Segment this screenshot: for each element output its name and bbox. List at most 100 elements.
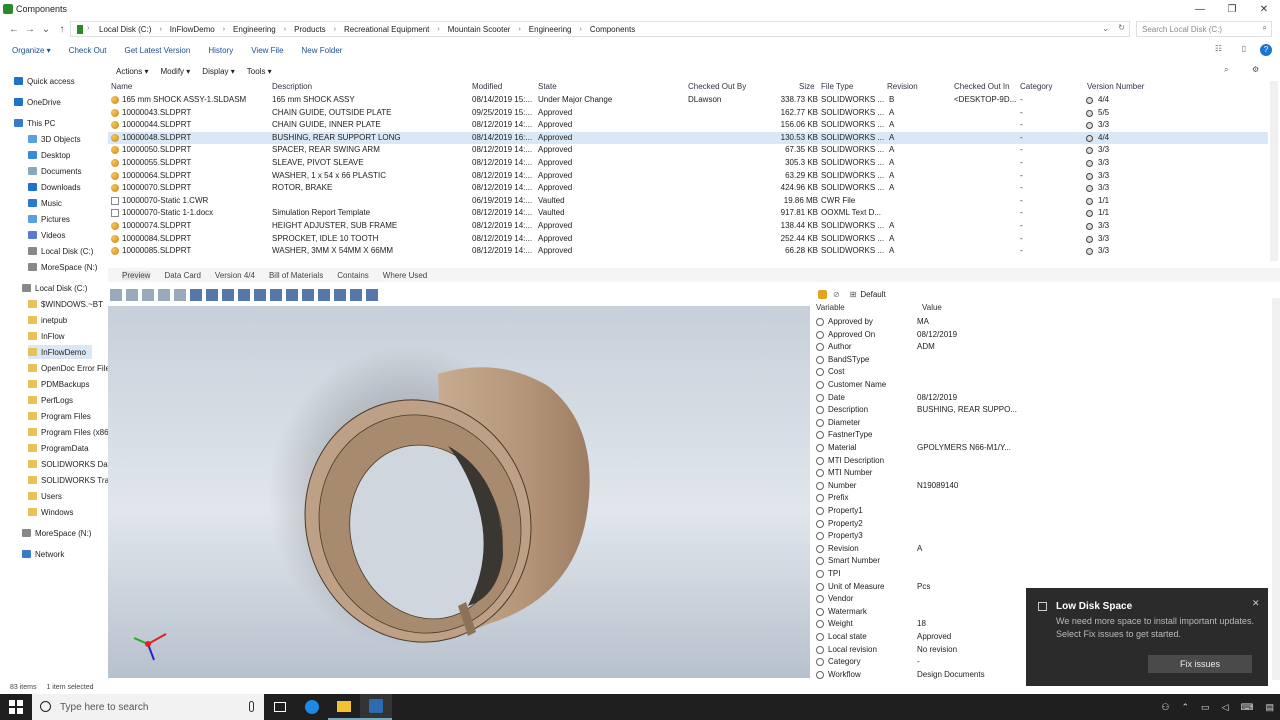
3d-preview-viewport[interactable]: [108, 306, 810, 678]
path-segment[interactable]: Engineering: [233, 25, 276, 34]
chevron-down-icon[interactable]: ⌄: [1102, 24, 1109, 33]
forward-arrow-icon[interactable]: →: [22, 24, 38, 35]
sidebar-item[interactable]: SOLIDWORKS Data: [28, 457, 114, 471]
task-view-button[interactable]: [264, 694, 296, 720]
property-value[interactable]: 18: [917, 619, 926, 628]
view-file-button[interactable]: View File: [251, 46, 283, 55]
tab-contains[interactable]: Contains: [337, 271, 369, 280]
path-segment[interactable]: Engineering: [529, 25, 572, 34]
table-row[interactable]: 10000055.SLDPRT SLEAVE, PIVOT SLEAVE 08/12…: [108, 157, 1268, 170]
table-row[interactable]: 10000074.SLDPRT HEIGHT ADJUSTER, SUB FRAM…: [108, 220, 1268, 233]
property-row[interactable]: TPI: [812, 568, 1270, 581]
property-value[interactable]: Pcs: [917, 582, 930, 591]
sidebar-item[interactable]: Videos: [28, 228, 65, 242]
path-segment[interactable]: Local Disk (C:): [99, 25, 151, 34]
sidebar-item[interactable]: Quick access: [14, 74, 75, 88]
property-value[interactable]: A: [917, 544, 922, 553]
col-variable[interactable]: Variable: [816, 303, 845, 312]
close-button[interactable]: ✕: [1248, 0, 1280, 18]
col-checked-out-by[interactable]: Checked Out By: [688, 82, 746, 91]
col-checked-out-in[interactable]: Checked Out In: [954, 82, 1010, 91]
table-row[interactable]: 10000070-Static 1.CWR 06/19/2019 14:... Va…: [108, 195, 1268, 208]
property-row[interactable]: Property3: [812, 530, 1270, 543]
tab-data-card[interactable]: Data Card: [164, 271, 200, 280]
top-view-icon[interactable]: [302, 289, 314, 301]
col-size[interactable]: Size: [799, 82, 815, 91]
col-modified[interactable]: Modified: [472, 82, 502, 91]
sidebar-item[interactable]: OpenDoc Error Files: [28, 361, 114, 375]
col-category[interactable]: Category: [1020, 82, 1052, 91]
property-value[interactable]: BUSHING, REAR SUPPO...: [917, 405, 1017, 414]
property-row[interactable]: MTI Description: [812, 455, 1270, 468]
back-arrow-icon[interactable]: ←: [6, 24, 22, 35]
property-value[interactable]: Approved: [917, 632, 951, 641]
maximize-button[interactable]: ❐: [1216, 0, 1248, 18]
sidebar-item[interactable]: This PC: [14, 116, 55, 130]
recent-chevron-icon[interactable]: ⌄: [38, 24, 54, 35]
property-row[interactable]: FastnerType: [812, 429, 1270, 442]
settings-icon[interactable]: ⚙: [1252, 65, 1259, 74]
display-menu[interactable]: Display ▾: [202, 67, 234, 76]
markup-icon[interactable]: [366, 289, 378, 301]
sidebar-item[interactable]: ProgramData: [28, 441, 89, 455]
microphone-icon[interactable]: [249, 701, 254, 712]
check-out-button[interactable]: Check Out: [69, 46, 107, 55]
property-row[interactable]: MTI Number: [812, 467, 1270, 480]
actions-menu[interactable]: Actions ▾: [116, 67, 148, 76]
property-row[interactable]: Approved by MA: [812, 316, 1270, 329]
property-row[interactable]: Customer Name: [812, 379, 1270, 392]
sidebar-item[interactable]: OneDrive: [14, 95, 61, 109]
history-button[interactable]: History: [208, 46, 233, 55]
zoom-fit-icon[interactable]: [142, 289, 154, 301]
sidebar-item[interactable]: $WINDOWS.~BT: [28, 297, 103, 311]
property-row[interactable]: Approved On 08/12/2019: [812, 329, 1270, 342]
property-row[interactable]: Cost: [812, 366, 1270, 379]
back-view-icon[interactable]: [254, 289, 266, 301]
sidebar-item[interactable]: Program Files (x86): [28, 425, 111, 439]
select-icon[interactable]: [334, 289, 346, 301]
col-version-number[interactable]: Version Number: [1087, 82, 1144, 91]
property-value[interactable]: -: [917, 657, 920, 666]
search-input[interactable]: Search Local Disk (C:) ⌕: [1136, 21, 1272, 37]
sidebar-item[interactable]: SOLIDWORKS Traini: [28, 473, 117, 487]
col-state[interactable]: State: [538, 82, 557, 91]
path-segment[interactable]: InFlowDemo: [170, 25, 215, 34]
isometric-view-icon[interactable]: [318, 289, 330, 301]
sidebar-item[interactable]: Windows: [28, 505, 73, 519]
taskbar-search-input[interactable]: Type here to search: [32, 694, 264, 720]
table-row[interactable]: 10000044.SLDPRT CHAIN GUIDE, INNER PLATE 0…: [108, 119, 1268, 132]
sidebar-item[interactable]: Program Files: [28, 409, 91, 423]
sidebar-item[interactable]: Pictures: [28, 212, 70, 226]
sidebar-item[interactable]: Music: [28, 196, 62, 210]
sidebar-item[interactable]: Documents: [28, 164, 81, 178]
col-value[interactable]: Value: [922, 303, 942, 312]
property-row[interactable]: Property1: [812, 505, 1270, 518]
table-row[interactable]: 10000064.SLDPRT WASHER, 1 x 54 x 66 PLAST…: [108, 170, 1268, 183]
col-name[interactable]: Name: [111, 82, 132, 91]
sidebar-item[interactable]: Local Disk (C:): [28, 244, 93, 258]
path-segment[interactable]: Products: [294, 25, 326, 34]
measure-icon[interactable]: [350, 289, 362, 301]
table-row[interactable]: 10000043.SLDPRT CHAIN GUIDE, OUTSIDE PLAT…: [108, 107, 1268, 120]
pan-icon[interactable]: [174, 289, 186, 301]
tab-version[interactable]: Version 4/4: [215, 271, 255, 280]
refresh-icon[interactable]: ↻: [1118, 23, 1125, 32]
get-latest-version-button[interactable]: Get Latest Version: [125, 46, 191, 55]
property-row[interactable]: Date 08/12/2019: [812, 392, 1270, 405]
property-value[interactable]: N19089140: [917, 481, 958, 490]
tab-bill-of-materials[interactable]: Bill of Materials: [269, 271, 323, 280]
modify-menu[interactable]: Modify ▾: [160, 67, 190, 76]
people-icon[interactable]: ⚇: [1161, 702, 1169, 713]
property-value[interactable]: Design Documents: [917, 670, 985, 679]
show-hidden-icon[interactable]: ⌃: [1182, 702, 1190, 713]
keyboard-icon[interactable]: ⌨: [1240, 702, 1253, 713]
search-icon[interactable]: ⌕: [1224, 65, 1228, 75]
file-list-scrollbar[interactable]: [1270, 81, 1278, 261]
property-row[interactable]: Description BUSHING, REAR SUPPO...: [812, 404, 1270, 417]
address-path[interactable]: › Local Disk (C:) › InFlowDemo › Engineeri…: [70, 21, 1130, 37]
left-view-icon[interactable]: [270, 289, 282, 301]
table-row[interactable]: 10000048.SLDPRT BUSHING, REAR SUPPORT LON…: [108, 131, 1268, 145]
table-row[interactable]: 10000070.SLDPRT ROTOR, BRAKE 08/12/2019 14…: [108, 182, 1268, 195]
property-row[interactable]: Material GPOLYMERS N66-M1/Y...: [812, 442, 1270, 455]
col-file-type[interactable]: File Type: [821, 82, 853, 91]
